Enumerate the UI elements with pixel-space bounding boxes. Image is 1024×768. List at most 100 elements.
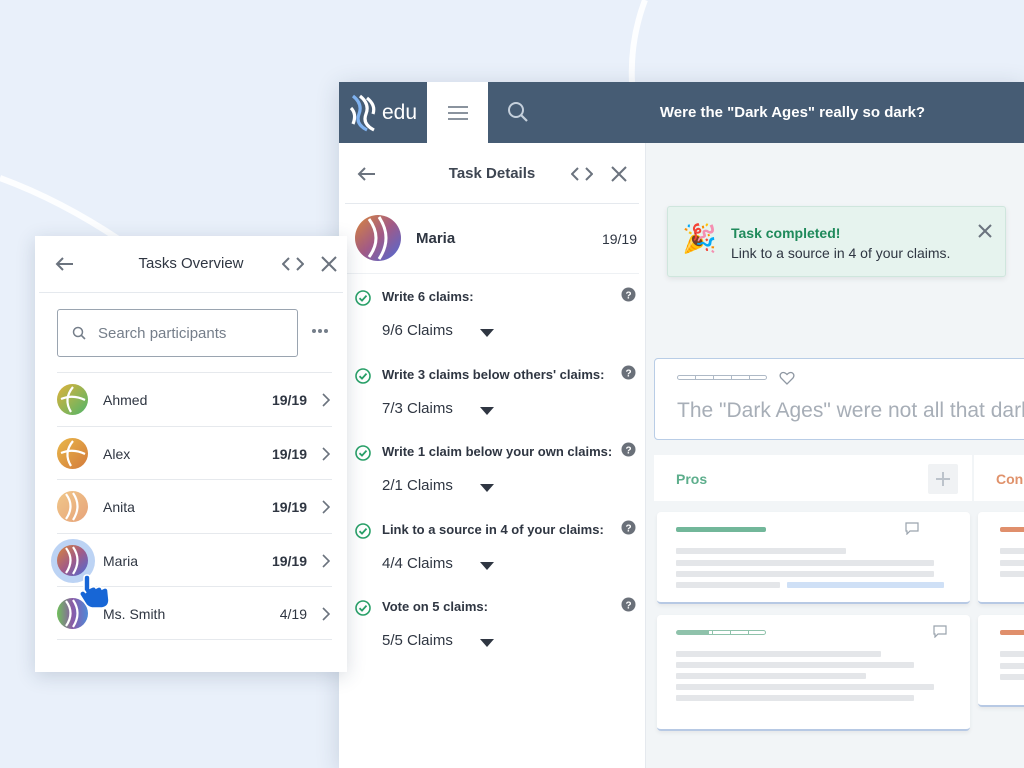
check-circle-icon [355, 367, 371, 384]
vote-bar [676, 527, 766, 532]
svg-text:?: ? [625, 445, 631, 456]
claim-card[interactable] [978, 512, 1024, 604]
top-bar: edu Were the "Dark Ages" really so dark? [339, 82, 1024, 143]
chevron-right-icon [322, 446, 330, 461]
participant-name: Maria [103, 552, 139, 569]
comment-icon[interactable] [933, 625, 947, 638]
participant-name: Alex [103, 445, 131, 462]
caret-down-icon[interactable] [480, 406, 494, 415]
task-details-panel: Task Details Maria 19/19 Write 6 claims:… [339, 143, 646, 768]
task-label: Write 3 claims below others' claims: [382, 366, 605, 382]
participant-name: Ahmed [103, 392, 148, 408]
check-circle-icon [355, 522, 371, 539]
task-label: Vote on 5 claims: [382, 599, 488, 614]
code-toggle-icon[interactable] [571, 164, 593, 184]
search-input[interactable] [98, 324, 288, 342]
caret-down-icon[interactable] [480, 329, 494, 337]
caret-down-icon[interactable] [480, 484, 494, 492]
chevron-right-icon [322, 553, 330, 568]
caret-down-icon[interactable] [480, 561, 494, 570]
participant-score: 4/19 [279, 606, 307, 622]
hamburger-icon [447, 105, 468, 120]
search-icon[interactable] [505, 99, 531, 125]
thesis-card[interactable]: The "Dark Ages" were not all that dark. [654, 358, 1024, 440]
task-list: Write 6 claims: ? 9/6 Claims Write 3 cla… [339, 274, 645, 664]
party-popper-icon: 🎉 [682, 223, 717, 254]
svg-text:?: ? [625, 290, 631, 301]
help-icon[interactable]: ? [621, 597, 636, 612]
participant-name: Maria [416, 230, 456, 247]
heart-icon[interactable] [779, 371, 795, 385]
claim-card[interactable] [657, 512, 970, 604]
thesis-text: The "Dark Ages" were not all that dark. [677, 399, 1024, 422]
participant-score: 19/19 [271, 445, 307, 462]
task-label: Link to a source in 4 of your claims: [382, 521, 604, 537]
participant-row[interactable]: Alex 19/19 [57, 425, 332, 480]
logo-icon [349, 94, 376, 131]
plus-icon [936, 472, 950, 486]
check-circle-icon [355, 445, 371, 461]
help-icon[interactable]: ? [621, 442, 636, 457]
svg-text:?: ? [625, 523, 631, 534]
chevron-right-icon [322, 607, 330, 621]
task-item: Write 1 claim below your own claims: ? 2… [339, 431, 645, 509]
task-progress-dropdown[interactable]: 9/6 Claims [382, 322, 453, 339]
search-icon [72, 326, 86, 340]
task-progress-dropdown[interactable]: 2/1 Claims [382, 477, 453, 494]
close-icon[interactable] [319, 254, 339, 274]
discussion-title: Were the "Dark Ages" really so dark? [659, 104, 926, 121]
task-completed-notification: 🎉 Task completed! Link to a source in 4 … [667, 206, 1006, 277]
participant-row[interactable]: Ahmed 19/19 [57, 372, 332, 426]
add-pro-button[interactable] [928, 464, 958, 494]
menu-button[interactable] [427, 82, 488, 143]
task-item: Write 6 claims: ? 9/6 Claims [339, 276, 645, 354]
tasks-overview-header: Tasks Overview [39, 236, 343, 293]
comment-icon[interactable] [905, 522, 919, 535]
code-toggle-icon[interactable] [282, 254, 304, 274]
notification-title: Task completed! [731, 225, 841, 241]
task-details-header: Task Details [345, 143, 639, 204]
participant-name: Anita [103, 499, 135, 515]
caret-down-icon[interactable] [480, 639, 494, 647]
svg-text:?: ? [625, 600, 631, 611]
avatar [57, 545, 88, 576]
avatar [57, 437, 88, 469]
vote-bar [1000, 630, 1024, 635]
participant-score: 19/19 [271, 392, 307, 408]
task-item: Write 3 claims below others' claims: ? 7… [339, 354, 645, 432]
participant-score: 19/19 [271, 499, 307, 515]
pointer-hand-icon [78, 574, 110, 609]
selected-participant: Maria 19/19 [345, 204, 639, 274]
claim-card[interactable] [978, 615, 1024, 707]
close-icon[interactable] [609, 164, 629, 184]
help-icon[interactable]: ? [621, 287, 636, 302]
app-window: edu Were the "Dark Ages" really so dark?… [339, 82, 1024, 768]
task-progress-dropdown[interactable]: 5/5 Claims [382, 632, 453, 649]
chevron-right-icon [322, 393, 330, 407]
task-label: Write 6 claims: [382, 289, 474, 304]
help-icon[interactable]: ? [621, 520, 636, 535]
notification-body: Link to a source in 4 of your claims. [731, 245, 951, 261]
pros-column-header: Pros [654, 455, 972, 501]
task-item: Vote on 5 claims: ? 5/5 Claims [339, 586, 645, 664]
check-circle-icon [355, 600, 371, 616]
claim-card[interactable] [657, 615, 970, 731]
avatar [57, 491, 88, 522]
chevron-right-icon [322, 500, 330, 514]
check-circle-icon [355, 290, 371, 306]
logo[interactable]: edu [339, 82, 427, 143]
pros-label: Pros [676, 471, 708, 487]
search-participants-field[interactable] [57, 309, 298, 357]
task-item: Link to a source in 4 of your claims: ? … [339, 509, 645, 587]
participant-row[interactable]: Anita 19/19 [57, 479, 332, 533]
vote-bar [676, 630, 766, 635]
help-icon[interactable]: ? [621, 365, 636, 380]
avatar [355, 215, 401, 261]
cons-label: Con [996, 471, 1024, 487]
task-progress-dropdown[interactable]: 4/4 Claims [382, 555, 453, 572]
close-icon[interactable] [977, 223, 993, 239]
cons-column-header: Con [974, 455, 1024, 501]
task-progress-dropdown[interactable]: 7/3 Claims [382, 400, 453, 417]
more-options-icon[interactable] [311, 328, 329, 334]
participant-name: Ms. Smith [103, 606, 166, 622]
